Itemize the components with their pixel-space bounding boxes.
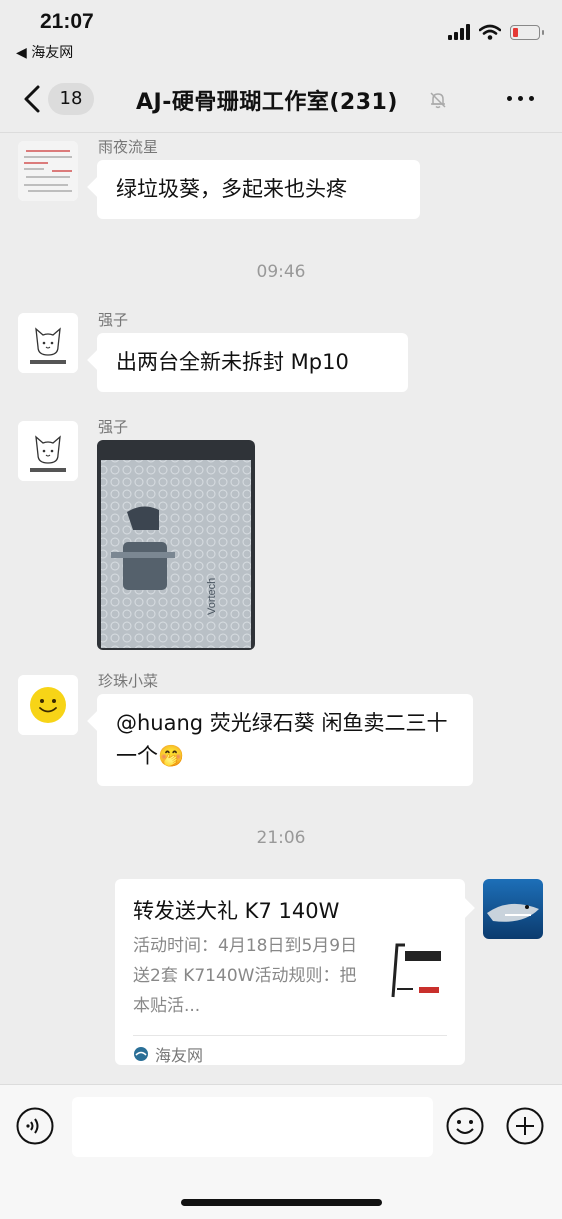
link-card-title: 转发送大礼 K7 140W (133, 899, 340, 923)
battery-icon (510, 24, 544, 40)
message-bubble[interactable]: 出两台全新未拆封 Mp10 (97, 333, 408, 392)
collage-avatar-image (18, 141, 78, 201)
sender-name: 珍珠小菜 (98, 672, 159, 690)
timestamp: 09:46 (256, 262, 306, 282)
shared-link-card[interactable]: 转发送大礼 K7 140W 活动时间：4月18日到5月9日送2套 K7140W活… (115, 879, 465, 1065)
message-bubble[interactable]: @huang 荧光绿石葵 闲鱼卖二三十一个🤭 (97, 694, 473, 786)
sender-name: 强子 (98, 311, 129, 329)
more-icon[interactable] (507, 96, 534, 101)
system-icons (448, 24, 544, 40)
timestamp: 21:06 (256, 828, 306, 848)
plus-icon[interactable] (506, 1107, 544, 1145)
link-card-source: 海友网 (133, 1035, 447, 1066)
wifi-icon (479, 24, 501, 40)
unread-count-badge[interactable]: 18 (48, 83, 94, 115)
svg-text:Vortech: Vortech (206, 578, 218, 615)
avatar[interactable] (18, 675, 78, 735)
back-chevron-icon[interactable] (20, 84, 46, 114)
smiley-avatar-image (18, 675, 78, 735)
home-indicator[interactable] (181, 1199, 382, 1206)
message-input[interactable] (72, 1097, 433, 1157)
my-avatar[interactable] (483, 879, 543, 939)
sender-name: 强子 (98, 418, 129, 436)
link-thumbnail-image (383, 937, 447, 1001)
chat-input-bar (0, 1084, 562, 1219)
voice-icon[interactable] (16, 1107, 54, 1145)
shark-avatar-image (483, 879, 543, 939)
cat-avatar-image (18, 313, 78, 373)
status-bar: 21:07 ◀ 海友网 (0, 0, 562, 70)
sender-name: 雨夜流星 (98, 138, 159, 156)
message-bubble[interactable]: 绿垃圾葵，多起来也头疼 (97, 160, 420, 219)
back-to-app-link[interactable]: ◀ 海友网 (16, 42, 73, 62)
link-card-description: 活动时间：4月18日到5月9日送2套 K7140W活动规则：把本贴活... (133, 936, 358, 1016)
chat-header: 18 AJ-硬骨珊瑚工作室(231) (0, 70, 562, 133)
cat-avatar-image (18, 421, 78, 481)
avatar[interactable] (18, 313, 78, 373)
clock: 21:07 (40, 10, 94, 33)
source-logo-icon (134, 1047, 148, 1061)
chat-title: AJ-硬骨珊瑚工作室(231) (136, 90, 398, 115)
signal-icon (448, 24, 470, 40)
link-card-source-name: 海友网 (155, 1046, 204, 1065)
avatar[interactable] (18, 141, 78, 201)
photo-message[interactable]: Vortech (97, 440, 255, 650)
bell-off-icon (430, 92, 446, 109)
emoji-icon[interactable] (446, 1107, 484, 1145)
avatar[interactable] (18, 421, 78, 481)
product-photo-image: Vortech (97, 440, 255, 650)
